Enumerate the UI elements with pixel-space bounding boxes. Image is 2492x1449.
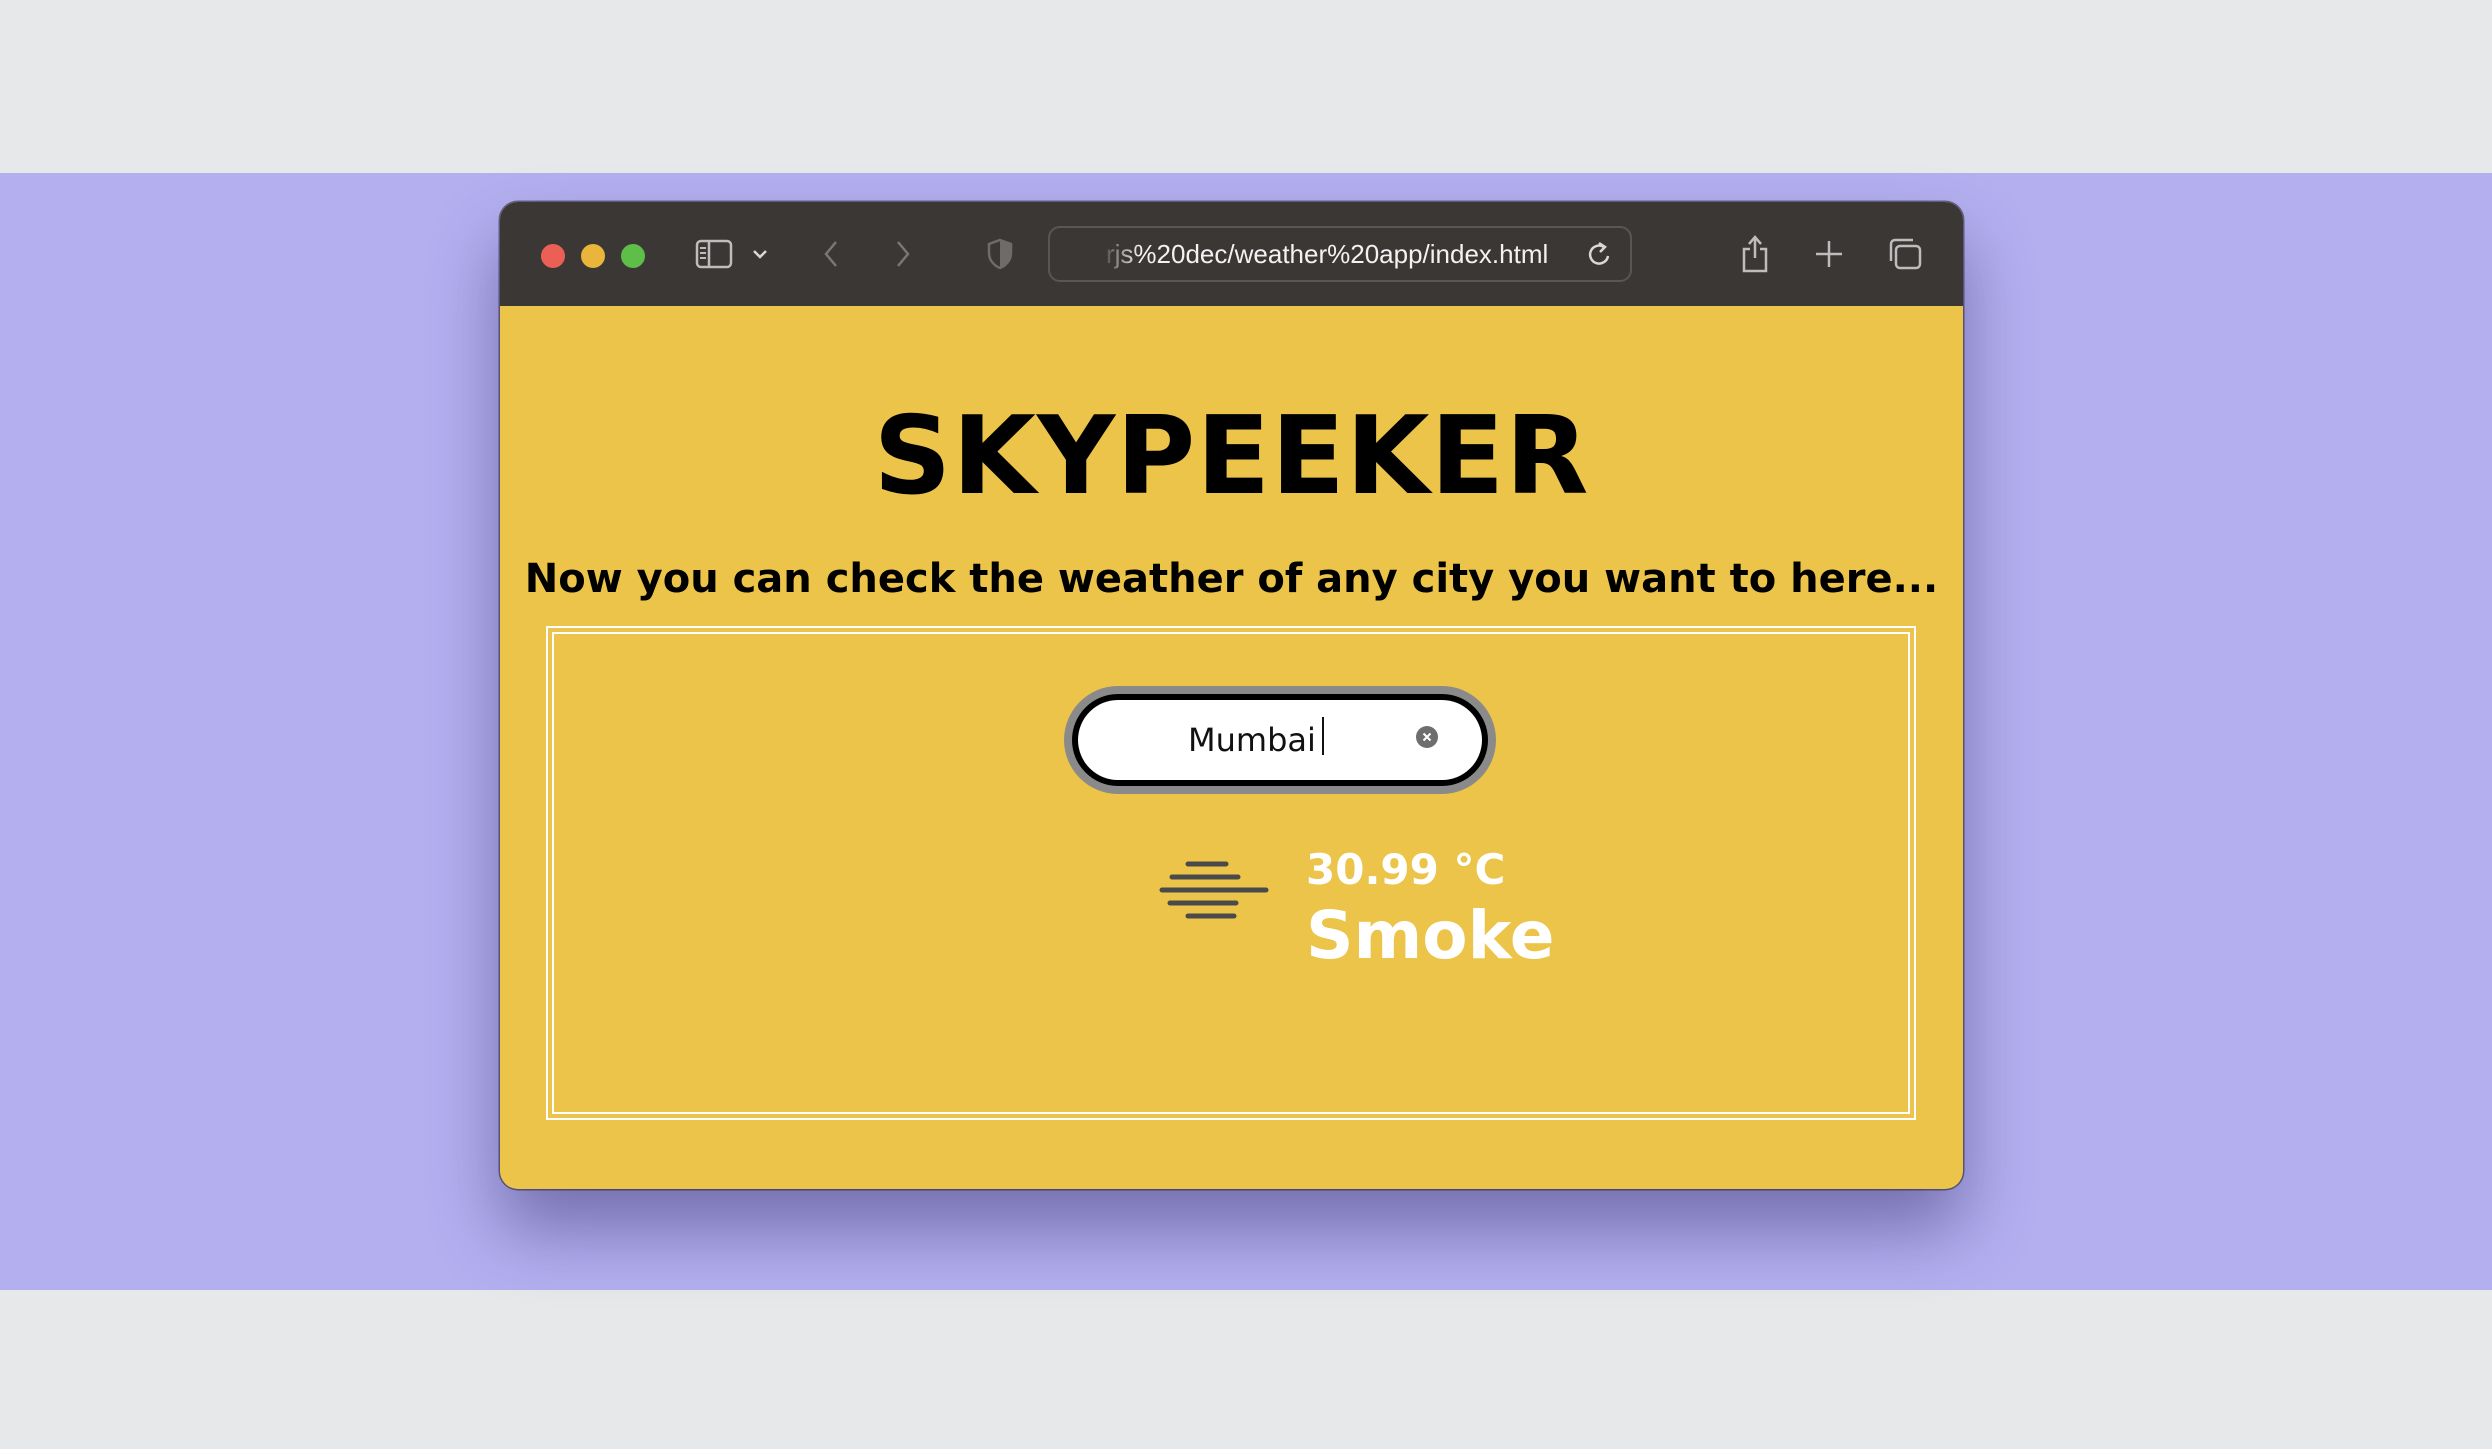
address-bar-url[interactable]: rjs%20dec/weather%20app/index.html xyxy=(1106,228,1566,280)
close-window-button[interactable] xyxy=(541,244,565,268)
tabs-overview-icon[interactable] xyxy=(1886,234,1924,274)
browser-toolbar: rjs%20dec/weather%20app/index.html xyxy=(500,202,1963,306)
new-tab-icon[interactable] xyxy=(1812,234,1846,274)
weather-condition: Smoke xyxy=(1306,897,1555,974)
text-caret xyxy=(1322,717,1324,755)
smoke-haze-icon xyxy=(1158,858,1270,934)
browser-window: rjs%20dec/weather%20app/index.html SKYPE… xyxy=(500,202,1963,1189)
app-title: SKYPEEKER xyxy=(873,394,1590,519)
forward-icon[interactable] xyxy=(888,234,918,274)
url-fade xyxy=(1100,232,1140,276)
maximize-window-button[interactable] xyxy=(621,244,645,268)
close-icon xyxy=(1422,732,1432,742)
city-search-focus-ring xyxy=(1064,686,1496,794)
clear-search-button[interactable] xyxy=(1416,726,1438,748)
city-search-box xyxy=(1072,694,1488,786)
sidebar-icon[interactable] xyxy=(694,234,734,274)
temperature-value: 30.99 °C xyxy=(1306,845,1506,894)
back-icon[interactable] xyxy=(816,234,846,274)
app-subtitle: Now you can check the weather of any cit… xyxy=(524,556,1939,602)
address-bar[interactable]: rjs%20dec/weather%20app/index.html xyxy=(1048,226,1632,282)
weather-app: SKYPEEKER Now you can check the weather … xyxy=(500,306,1963,1189)
share-icon[interactable] xyxy=(1738,234,1772,274)
chevron-down-icon[interactable] xyxy=(748,234,772,274)
weather-panel: 30.99 °C Smoke xyxy=(546,626,1916,1120)
minimize-window-button[interactable] xyxy=(581,244,605,268)
reload-icon[interactable] xyxy=(1582,234,1618,274)
shield-icon[interactable] xyxy=(984,234,1016,274)
